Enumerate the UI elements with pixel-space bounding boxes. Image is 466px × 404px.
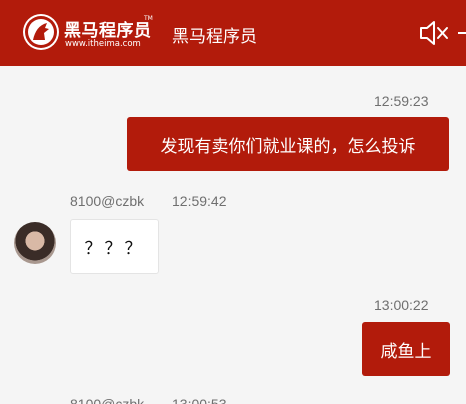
speaker-muted-icon xyxy=(420,21,448,45)
message-timestamp: 13:00:53 xyxy=(172,396,227,404)
message-bubble-incoming[interactable]: ？？？ xyxy=(70,219,159,274)
message-text: 咸鱼上 xyxy=(380,341,432,362)
message-timestamp: 13:00:22 xyxy=(374,297,429,313)
brand-logo-icon xyxy=(23,14,59,50)
brand-trademark: TM xyxy=(144,15,153,22)
app-header: 黑马程序员 TM www.itheima.com 黑马程序员 xyxy=(0,0,466,66)
message-bubble-outgoing[interactable]: 咸鱼上 xyxy=(362,322,450,376)
mute-button[interactable] xyxy=(418,18,450,48)
brand-url: www.itheima.com xyxy=(65,39,141,49)
header-overflow-icon xyxy=(458,32,466,34)
brand-name: 黑马程序员 xyxy=(64,21,152,41)
message-sender: 8100@czbk xyxy=(70,193,145,209)
message-text: 发现有卖你们就业课的，怎么投诉 xyxy=(160,136,416,157)
message-timestamp: 12:59:23 xyxy=(374,93,429,109)
message-timestamp: 12:59:42 xyxy=(172,193,227,209)
message-text: ？？？ xyxy=(84,239,145,259)
message-bubble-outgoing[interactable]: 发现有卖你们就业课的，怎么投诉 xyxy=(127,117,449,171)
avatar[interactable] xyxy=(14,222,56,264)
page-title: 黑马程序员 xyxy=(172,27,257,47)
message-sender: 8100@czbk xyxy=(70,396,145,404)
